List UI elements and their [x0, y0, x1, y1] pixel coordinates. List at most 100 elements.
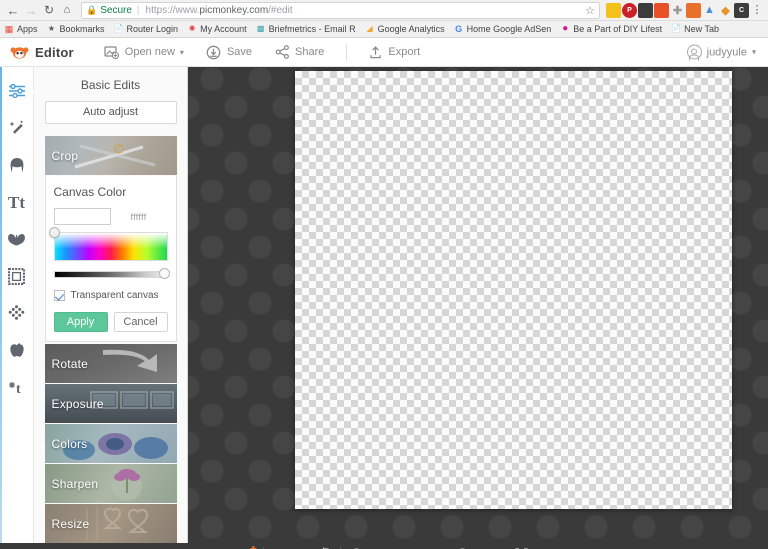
- tool-thumb-sharpen[interactable]: Sharpen: [44, 464, 177, 503]
- bookmark-label: Apps: [17, 24, 38, 34]
- open-new-icon: [104, 44, 120, 60]
- zoom-out-button[interactable]: [346, 545, 368, 549]
- url-domain: picmonkey.com: [199, 4, 269, 16]
- tool-thumb-colors[interactable]: Colors: [44, 424, 177, 463]
- bookmark-my-account[interactable]: ✺ My Account: [187, 24, 247, 34]
- color-gradient-picker[interactable]: [48, 227, 168, 261]
- bookmark-apps[interactable]: ▦ Apps: [4, 24, 38, 34]
- address-bar[interactable]: 🔒 Secure | https://www.picmonkey.com/#ed…: [81, 1, 600, 19]
- tool-thumb-resize[interactable]: Resize: [44, 504, 177, 543]
- canvas-workspace[interactable]: [188, 67, 768, 543]
- lock-icon: 🔒: [86, 4, 98, 15]
- bookmark-router-login[interactable]: 📄 Router Login: [114, 24, 179, 34]
- app-brand-label: Editor: [35, 44, 74, 60]
- bookmark-new-tab[interactable]: 📄 New Tab: [671, 24, 719, 34]
- bookmark-label: Briefmetrics - Email R: [268, 24, 356, 34]
- brightness-slider[interactable]: [53, 268, 170, 280]
- reload-button[interactable]: ↻: [40, 1, 58, 19]
- url-text: https://www.picmonkey.com/#edit: [146, 5, 293, 16]
- grammarly-extension-icon[interactable]: [654, 2, 669, 18]
- header-divider: [346, 43, 348, 61]
- sliders-icon: [8, 84, 25, 98]
- canvas-color-actions: Apply Cancel: [53, 312, 168, 332]
- editor-body: Tt t Basic Edits Auto adjust Crop Canvas…: [0, 67, 768, 543]
- save-icon: [206, 44, 222, 60]
- bookmark-google-adsense[interactable]: G Home Google AdSen: [454, 23, 551, 34]
- transparent-canvas-checkbox[interactable]: [53, 290, 65, 301]
- open-new-button[interactable]: Open new ▾: [104, 44, 184, 60]
- sidebar-item-basic-edits[interactable]: [6, 81, 28, 101]
- sidebar-item-overlays[interactable]: [6, 229, 28, 249]
- circle-icon: ●: [562, 23, 569, 34]
- sidebar-item-textures[interactable]: [6, 303, 28, 323]
- frame-icon: [8, 267, 25, 285]
- sidebar-item-touch-up[interactable]: [6, 118, 28, 138]
- undo-button[interactable]: [269, 545, 291, 549]
- share-button[interactable]: Share: [274, 44, 324, 60]
- export-label: Export: [388, 46, 421, 58]
- share-label: Share: [295, 46, 325, 58]
- sidebar-item-themes[interactable]: [6, 340, 28, 360]
- sidebar-item-seasonal[interactable]: t: [6, 377, 28, 397]
- pocket-extension-icon[interactable]: [638, 2, 653, 18]
- security-label: Secure: [100, 4, 132, 16]
- auto-adjust-button[interactable]: Auto adjust: [44, 101, 177, 124]
- bookmark-briefmetrics[interactable]: ▩ Briefmetrics - Email R: [256, 24, 356, 34]
- cancel-button[interactable]: Cancel: [113, 312, 168, 332]
- apply-button[interactable]: Apply: [53, 312, 108, 332]
- bookmark-star-icon[interactable]: ☆: [581, 4, 595, 17]
- move-extension-icon[interactable]: ✚: [670, 3, 685, 18]
- url-scheme: https://www.: [145, 4, 200, 16]
- browser-menu-button[interactable]: ⋮: [750, 4, 764, 16]
- save-button[interactable]: Save: [206, 44, 252, 60]
- user-avatar-icon: [686, 44, 702, 60]
- diamond-extension-icon[interactable]: ◆: [718, 3, 733, 18]
- back-button[interactable]: ←: [4, 1, 22, 19]
- redo-button[interactable]: [291, 545, 313, 549]
- evernote-extension-icon[interactable]: [606, 2, 621, 18]
- analytics-icon: ◢: [366, 24, 373, 33]
- home-button[interactable]: ⌂: [58, 1, 76, 19]
- bookmark-diy-lifestyle[interactable]: ● Be a Part of DIY Lifest: [560, 23, 662, 35]
- leaf-icon: ✺: [188, 24, 196, 33]
- bookmark-bookmarks[interactable]: ★ Bookmarks: [47, 24, 105, 34]
- fit-screen-button[interactable]: [510, 545, 532, 549]
- text-tt-icon: Tt: [8, 192, 25, 212]
- app-logo[interactable]: Editor: [10, 45, 74, 60]
- canvas-color-title: Canvas Color: [53, 185, 127, 199]
- sidebar-item-frames[interactable]: [6, 266, 28, 286]
- google-g-icon: G: [455, 23, 463, 34]
- chart-icon: ▩: [256, 24, 265, 33]
- bookmark-label: My Account: [200, 24, 247, 34]
- sidebar-item-hair[interactable]: [6, 155, 28, 175]
- brightness-handle[interactable]: [158, 268, 170, 279]
- tool-thumb-rotate[interactable]: Rotate: [44, 344, 177, 383]
- buffer-extension-icon[interactable]: ▲: [702, 3, 717, 18]
- sidebar-item-text[interactable]: Tt: [6, 192, 28, 212]
- user-menu[interactable]: judyyule ▾: [686, 44, 756, 60]
- pinterest-extension-icon[interactable]: P: [622, 2, 637, 18]
- extension-tray: P ✚ ▲ ◆ C ⋮: [604, 2, 764, 18]
- tool-thumb-crop[interactable]: Crop: [44, 136, 177, 175]
- zoom-in-button[interactable]: [452, 545, 474, 549]
- bookmark-label: New Tab: [684, 24, 719, 34]
- transparent-canvas-row[interactable]: Transparent canvas: [53, 290, 168, 301]
- bookmark-google-analytics[interactable]: ◢ Google Analytics: [365, 24, 445, 34]
- exposure-label: Exposure: [51, 396, 104, 411]
- bottom-toolbar-controls: ✚: [236, 545, 533, 549]
- image-canvas[interactable]: [295, 71, 732, 509]
- bottom-toolbar: ✚: [0, 543, 768, 549]
- analytics-extension-icon[interactable]: [686, 2, 701, 18]
- export-button[interactable]: Export: [367, 44, 420, 60]
- saturation-value-area[interactable]: [53, 232, 168, 261]
- resize-label: Resize: [51, 516, 90, 531]
- chevron-down-icon: ▾: [751, 47, 756, 57]
- honey-extension-icon[interactable]: C: [734, 2, 749, 18]
- color-picker-handle[interactable]: [48, 227, 60, 238]
- layers-button[interactable]: ✚: [236, 545, 258, 549]
- hex-value-label[interactable]: ffffff: [131, 212, 147, 222]
- forward-button[interactable]: →: [22, 1, 40, 19]
- tool-thumb-exposure[interactable]: Exposure: [44, 384, 177, 423]
- color-swatch[interactable]: [53, 208, 111, 225]
- compare-button[interactable]: [313, 545, 335, 549]
